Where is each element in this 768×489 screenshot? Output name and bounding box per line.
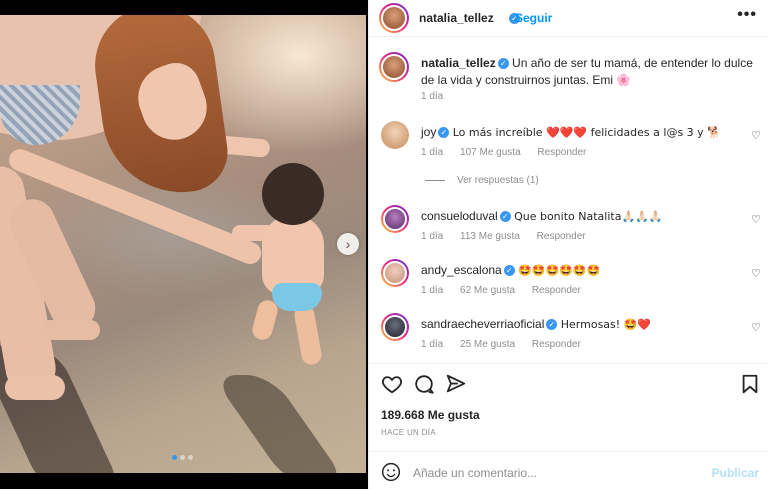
carousel-dot-active — [172, 455, 177, 460]
comment-line: consueloduval ✓ Que bonito Natalita🙏🏻🙏🏻🙏🏻 — [421, 209, 663, 223]
caption-username[interactable]: natalia_tellez — [421, 56, 496, 70]
comment-likes[interactable]: 107 Me gusta — [460, 147, 521, 158]
heart-icon[interactable]: ♡ — [751, 213, 761, 226]
view-replies-label[interactable]: Ver respuestas (1) — [457, 175, 539, 186]
commenter-avatar[interactable] — [381, 259, 409, 287]
commenter-avatar[interactable] — [381, 205, 409, 233]
add-comment-bar: Añade un comentario... Publicar — [369, 452, 768, 489]
likes-count[interactable]: 189.668 Me gusta — [381, 408, 480, 422]
comment-line: joy ✓ Lo más increíble ❤️❤️❤️ felicidades… — [421, 125, 721, 139]
comment-text: Que bonito Natalita🙏🏻🙏🏻🙏🏻 — [514, 210, 663, 223]
caption-avatar[interactable] — [379, 52, 409, 82]
comment-line: sandraecheverriaoficial ✓ Hermosas! 🤩❤️ — [421, 317, 651, 331]
comment-username[interactable]: sandraecheverriaoficial — [421, 317, 544, 331]
carousel-indicator — [172, 455, 193, 460]
heart-icon[interactable]: ♡ — [751, 129, 761, 142]
bookmark-icon[interactable] — [739, 373, 761, 395]
comment-item: consueloduval ✓ Que bonito Natalita🙏🏻🙏🏻🙏🏻… — [369, 205, 768, 245]
post-panel: natalia_tellez ✓ Seguir ••• natalia_tell… — [368, 0, 768, 489]
carousel-next-button[interactable]: › — [337, 233, 359, 255]
author-avatar[interactable] — [379, 3, 409, 33]
author-username[interactable]: natalia_tellez — [419, 11, 494, 25]
emoji-icon[interactable] — [381, 462, 401, 482]
caption-text-block: natalia_tellez ✓ Un año de ser tu mamá, d… — [421, 55, 761, 89]
send-icon[interactable] — [445, 373, 467, 395]
reply-button[interactable]: Responder — [532, 339, 581, 350]
comment-meta: 1 día 62 Me gusta Responder — [421, 285, 595, 296]
reply-button[interactable]: Responder — [532, 285, 581, 296]
view-replies[interactable]: Ver respuestas (1) — [425, 175, 539, 186]
reply-button[interactable]: Responder — [537, 231, 586, 242]
commenter-avatar[interactable] — [381, 313, 409, 341]
verified-icon: ✓ — [546, 319, 558, 331]
comment-likes[interactable]: 62 Me gusta — [460, 285, 515, 296]
chevron-right-icon: › — [345, 236, 351, 252]
follow-button[interactable]: Seguir — [515, 11, 552, 25]
verified-icon: ✓ — [503, 265, 515, 277]
comment-username[interactable]: joy — [421, 125, 436, 139]
comment-time: 1 día — [421, 339, 444, 350]
comment-text: Lo más increíble ❤️❤️❤️ felicidades a l@… — [452, 126, 721, 139]
comment-input[interactable]: Añade un comentario... — [413, 466, 537, 480]
carousel-dot — [180, 455, 185, 460]
publish-button[interactable]: Publicar — [712, 466, 759, 480]
comment-time: 1 día — [421, 147, 444, 158]
reply-button[interactable]: Responder — [537, 147, 586, 158]
comment-item: joy ✓ Lo más increíble ❤️❤️❤️ felicidades… — [369, 121, 768, 161]
comment-item: andy_escalona ✓ 🤩🤩🤩🤩🤩🤩 1 día 62 Me gusta … — [369, 259, 768, 299]
post-photo[interactable] — [0, 15, 366, 473]
comment-likes[interactable]: 25 Me gusta — [460, 339, 515, 350]
verified-icon: ✓ — [497, 58, 509, 70]
comment-username[interactable]: andy_escalona — [421, 263, 502, 277]
comment-text: 🤩🤩🤩🤩🤩🤩 — [518, 264, 601, 277]
comment-username[interactable]: consueloduval — [421, 209, 498, 223]
replies-divider — [425, 180, 445, 181]
comment-meta: 1 día 113 Me gusta Responder — [421, 231, 600, 242]
caption-time: 1 día — [421, 91, 444, 102]
carousel-dot — [188, 455, 193, 460]
verified-icon: ✓ — [499, 211, 511, 223]
heart-icon[interactable] — [381, 373, 403, 395]
comment-time: 1 día — [421, 231, 444, 242]
comment-meta: 1 día 107 Me gusta Responder — [421, 147, 600, 158]
more-options-icon[interactable]: ••• — [737, 6, 757, 24]
comment-meta: 1 día 25 Me gusta Responder — [421, 339, 595, 350]
comment-item: sandraecheverriaoficial ✓ Hermosas! 🤩❤️ 1… — [369, 313, 768, 353]
post-actions — [369, 370, 768, 398]
comment-line: andy_escalona ✓ 🤩🤩🤩🤩🤩🤩 — [421, 263, 600, 277]
comment-likes[interactable]: 113 Me gusta — [460, 231, 520, 242]
verified-icon: ✓ — [438, 127, 450, 139]
heart-icon[interactable]: ♡ — [751, 267, 761, 280]
actions-divider — [369, 363, 768, 364]
comment-time: 1 día — [421, 285, 444, 296]
post-time: HACE UN DÍA — [381, 428, 436, 437]
comment-text: Hermosas! 🤩❤️ — [560, 318, 652, 331]
post-media: › — [0, 0, 368, 489]
commenter-avatar[interactable] — [381, 121, 409, 149]
heart-icon[interactable]: ♡ — [751, 321, 761, 334]
comment-icon[interactable] — [413, 373, 435, 395]
post-header: natalia_tellez ✓ Seguir ••• — [369, 0, 768, 37]
